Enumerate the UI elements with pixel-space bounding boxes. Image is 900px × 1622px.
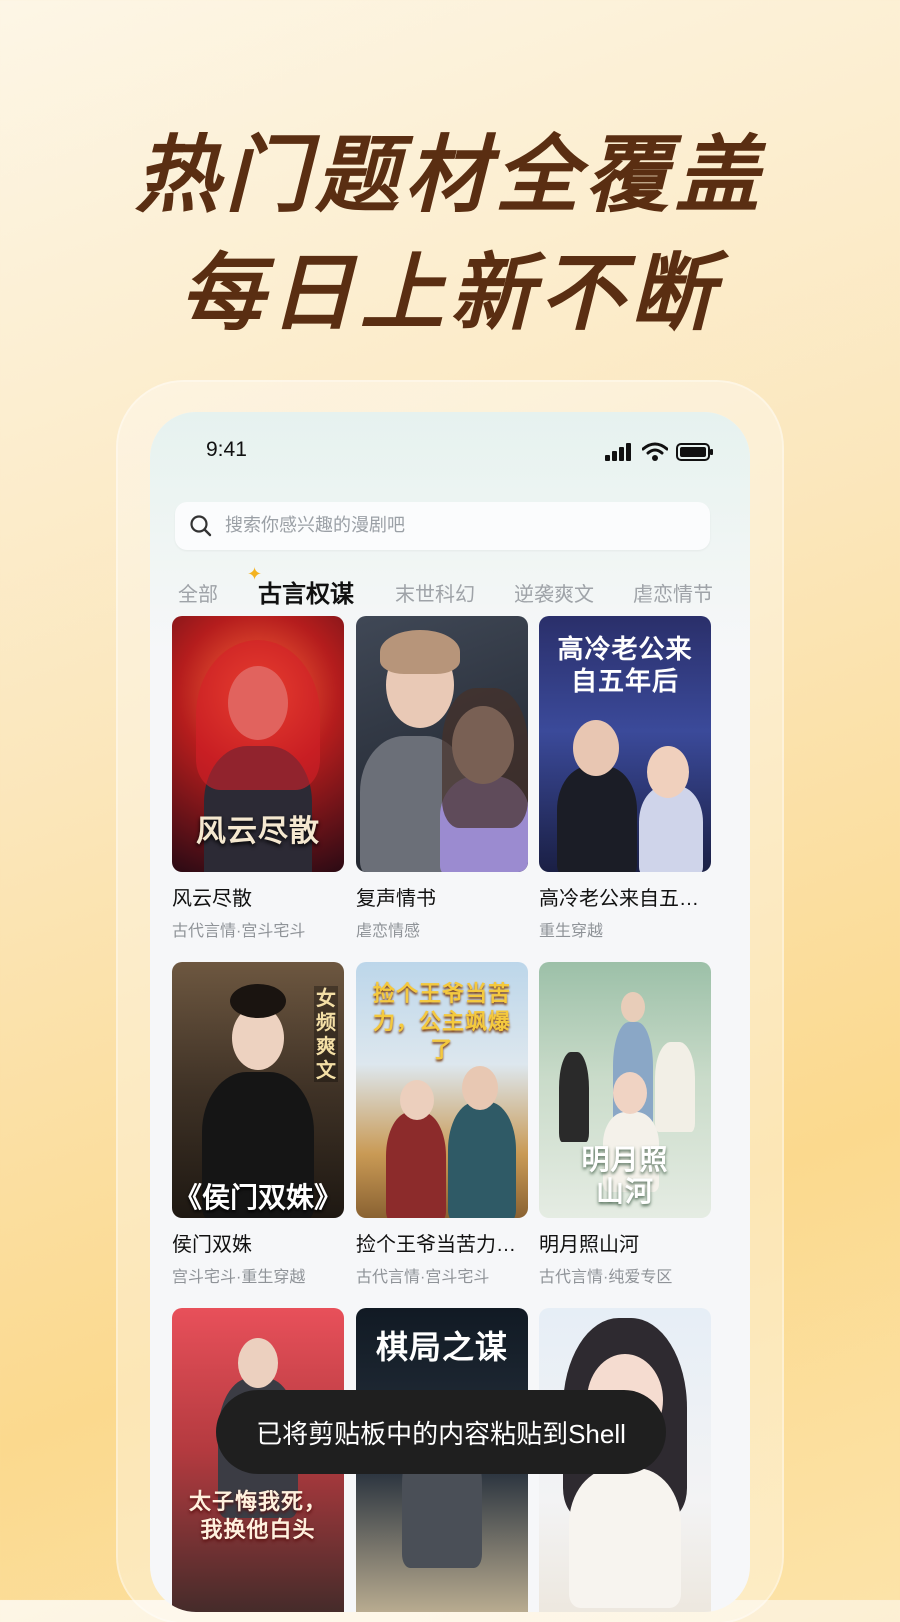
cover-title-text: 明月照山河 (581, 1143, 669, 1208)
promo-headline-2: 每日上新不断 (179, 244, 720, 342)
tab-comeback[interactable]: 逆袭爽文 (514, 578, 594, 607)
category-tabs: 全部 ✦ 古言权谋 末世科幻 逆袭爽文 虐恋情节 (150, 564, 750, 612)
search-bar[interactable] (175, 502, 710, 550)
card-title: 复声情书 (356, 888, 436, 910)
drama-card[interactable]: 风云尽散 风云尽散 古代言情·宫斗宅斗 (172, 616, 344, 941)
signal-icon (605, 443, 631, 461)
cover-image: 风云尽散 (172, 616, 344, 872)
tab-ancient-intrigue[interactable]: 古言权谋 (258, 574, 354, 609)
clipboard-toast: 已将剪贴板中的内容粘贴到Shell (216, 1390, 666, 1474)
card-title: 侯门双姝 (172, 1234, 252, 1256)
tab-all[interactable]: 全部 (178, 578, 218, 607)
card-tags: 重生穿越 (539, 923, 604, 940)
cover-badge: 女频爽文 (314, 986, 338, 1082)
card-tags: 古代言情·宫斗宅斗 (356, 1269, 490, 1286)
cover-image: 明月照山河 (539, 962, 711, 1218)
drama-card[interactable]: 复声情书 虐恋情感 (356, 616, 528, 941)
card-title: 捡个王爷当苦力… (356, 1234, 516, 1256)
card-tags: 宫斗宅斗·重生穿越 (172, 1269, 306, 1286)
battery-icon (676, 443, 713, 461)
tab-angst-romance[interactable]: 虐恋情节 (633, 578, 713, 607)
search-icon (190, 515, 212, 537)
cover-title-text: 风云尽散 (196, 814, 320, 849)
drama-card[interactable]: 女频爽文 《侯门双姝》 侯门双姝 宫斗宅斗·重生穿越 (172, 962, 344, 1287)
tab-apocalypse-scifi[interactable]: 末世科幻 (395, 578, 475, 607)
card-tags: 虐恋情感 (356, 923, 421, 940)
drama-card[interactable]: 捡个王爷当苦力，公主飒爆了 捡个王爷当苦力… 古代言情·宫斗宅斗 (356, 962, 528, 1287)
cover-title-text: 太子悔我死，我换他白头 (188, 1489, 327, 1543)
card-title: 风云尽散 (172, 888, 252, 910)
cover-image: 女频爽文 《侯门双姝》 (172, 962, 344, 1218)
search-input[interactable] (223, 514, 687, 537)
drama-card[interactable]: 高冷老公来自五年后 高冷老公来自五… 重生穿越 (539, 616, 711, 941)
cover-image: 高冷老公来自五年后 (539, 616, 711, 872)
cover-title-text: 《侯门双姝》 (173, 1181, 342, 1214)
cover-image (356, 616, 528, 872)
cover-title-text: 棋局之谋 (375, 1328, 508, 1366)
cover-title-text: 高冷老公来自五年后 (557, 635, 693, 697)
status-time: 9:41 (206, 438, 247, 461)
cover-image: 捡个王爷当苦力，公主飒爆了 (356, 962, 528, 1218)
status-bar: 9:41 (150, 438, 750, 468)
promo-headline-1: 热门题材全覆盖 (134, 126, 765, 224)
card-title: 明月照山河 (539, 1234, 639, 1256)
card-title: 高冷老公来自五… (539, 888, 699, 910)
drama-card[interactable]: 明月照山河 明月照山河 古代言情·纯爱专区 (539, 962, 711, 1287)
card-tags: 古代言情·宫斗宅斗 (172, 923, 306, 940)
status-icons (604, 442, 714, 462)
card-tags: 古代言情·纯爱专区 (539, 1269, 673, 1286)
cover-title-text: 捡个王爷当苦力，公主飒爆了 (372, 981, 511, 1063)
wifi-icon (642, 442, 668, 461)
